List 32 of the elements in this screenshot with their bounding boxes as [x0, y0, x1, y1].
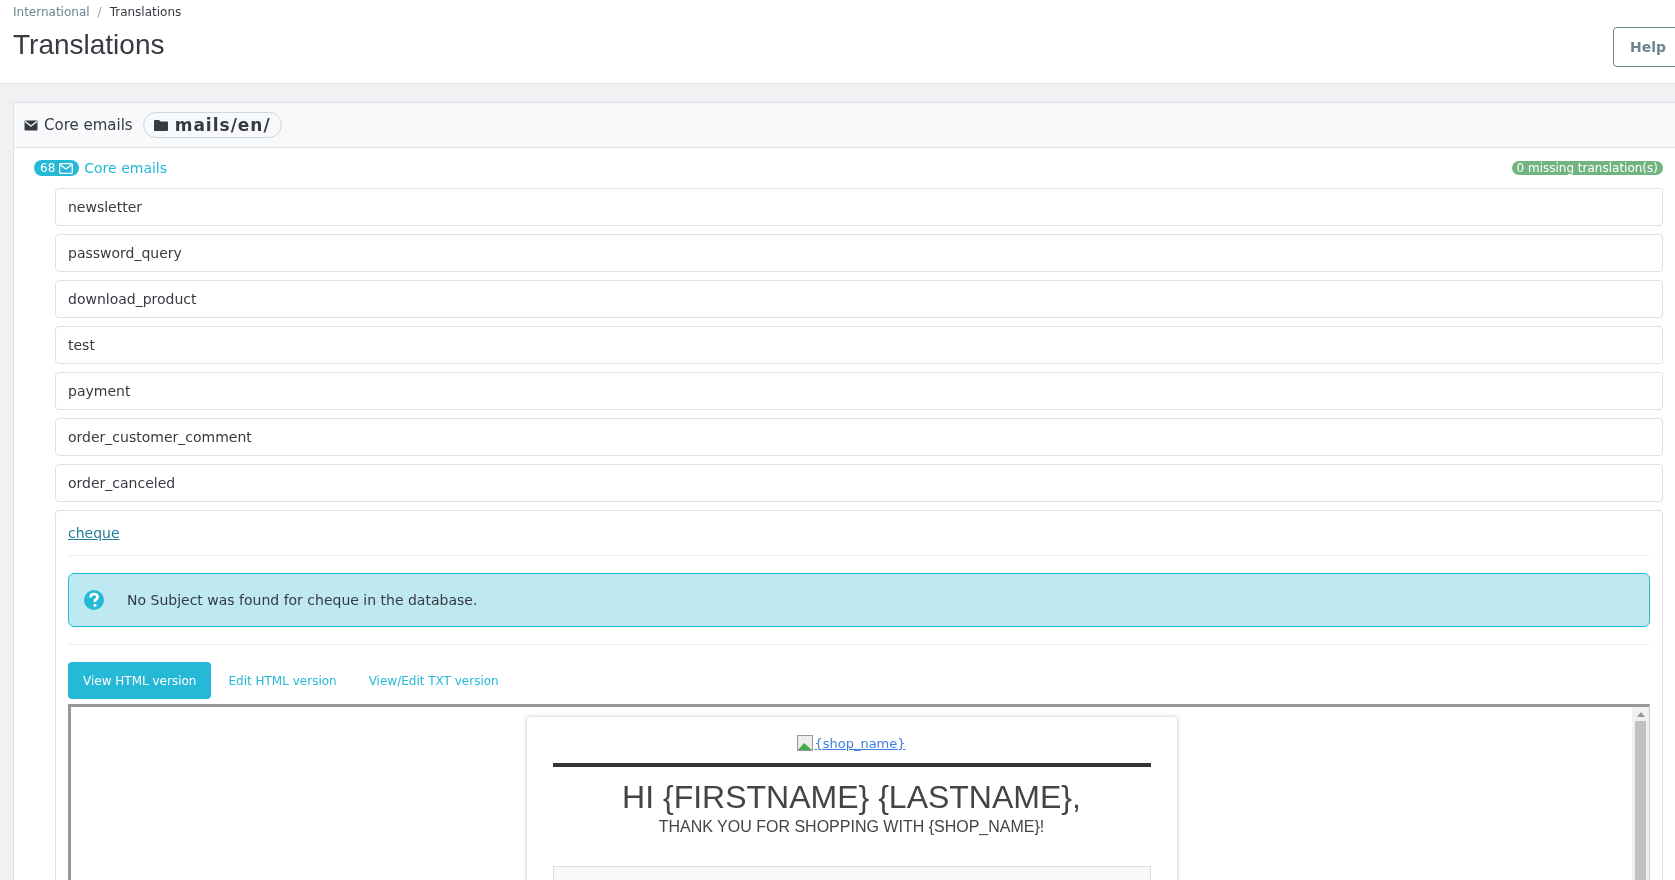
email-count-badge: 68 — [34, 160, 80, 176]
alert-message: No Subject was found for cheque in the database. — [127, 592, 478, 608]
help-button[interactable]: Help — [1613, 27, 1675, 67]
page-title: Translations — [13, 29, 165, 61]
template-row[interactable]: cheque No Subject was found for cheque in the database. View HTML version Edit HTML version View/Edit TXT version {shop_name} HI {FIRSTNAME} {LASTNAME}, THANK YOU FOR SHOPPING WITH {SHOP_NAME}! — [55, 510, 1663, 880]
template-row[interactable]: test — [55, 326, 1663, 364]
email-subheading: THANK YOU FOR SHOPPING WITH {SHOP_NAME}! — [657, 818, 1046, 836]
template-name[interactable]: password_query — [68, 235, 182, 271]
breadcrumb-link[interactable]: International — [13, 5, 90, 19]
email-heading: HI {FIRSTNAME} {LASTNAME}, — [621, 779, 1082, 816]
broken-image-icon — [797, 735, 814, 751]
template-name[interactable]: cheque — [68, 515, 120, 551]
template-row[interactable]: password_query — [55, 234, 1663, 272]
folder-icon — [153, 119, 168, 131]
template-name[interactable]: order_canceled — [68, 465, 176, 501]
template-name[interactable]: test — [68, 327, 95, 363]
template-name[interactable]: newsletter — [68, 189, 143, 225]
template-name[interactable]: order_customer_comment — [68, 419, 252, 455]
envelope-icon — [24, 119, 38, 131]
scroll-up-icon[interactable] — [1636, 711, 1645, 717]
template-name[interactable]: payment — [68, 373, 131, 409]
breadcrumb-separator: / — [97, 5, 102, 19]
template-name[interactable]: download_product — [68, 281, 197, 317]
template-row[interactable]: newsletter — [55, 188, 1663, 226]
template-row[interactable]: order_customer_comment — [55, 418, 1663, 456]
template-row[interactable]: payment — [55, 372, 1663, 410]
question-icon — [83, 589, 105, 611]
template-row[interactable]: download_product — [55, 280, 1663, 318]
panel-title: Core emails — [44, 116, 133, 134]
template-row[interactable]: order_canceled — [55, 464, 1663, 502]
missing-translations-badge: 0 missing translation(s) — [1511, 161, 1663, 175]
shop-logo-link[interactable]: {shop_name} — [797, 735, 906, 751]
